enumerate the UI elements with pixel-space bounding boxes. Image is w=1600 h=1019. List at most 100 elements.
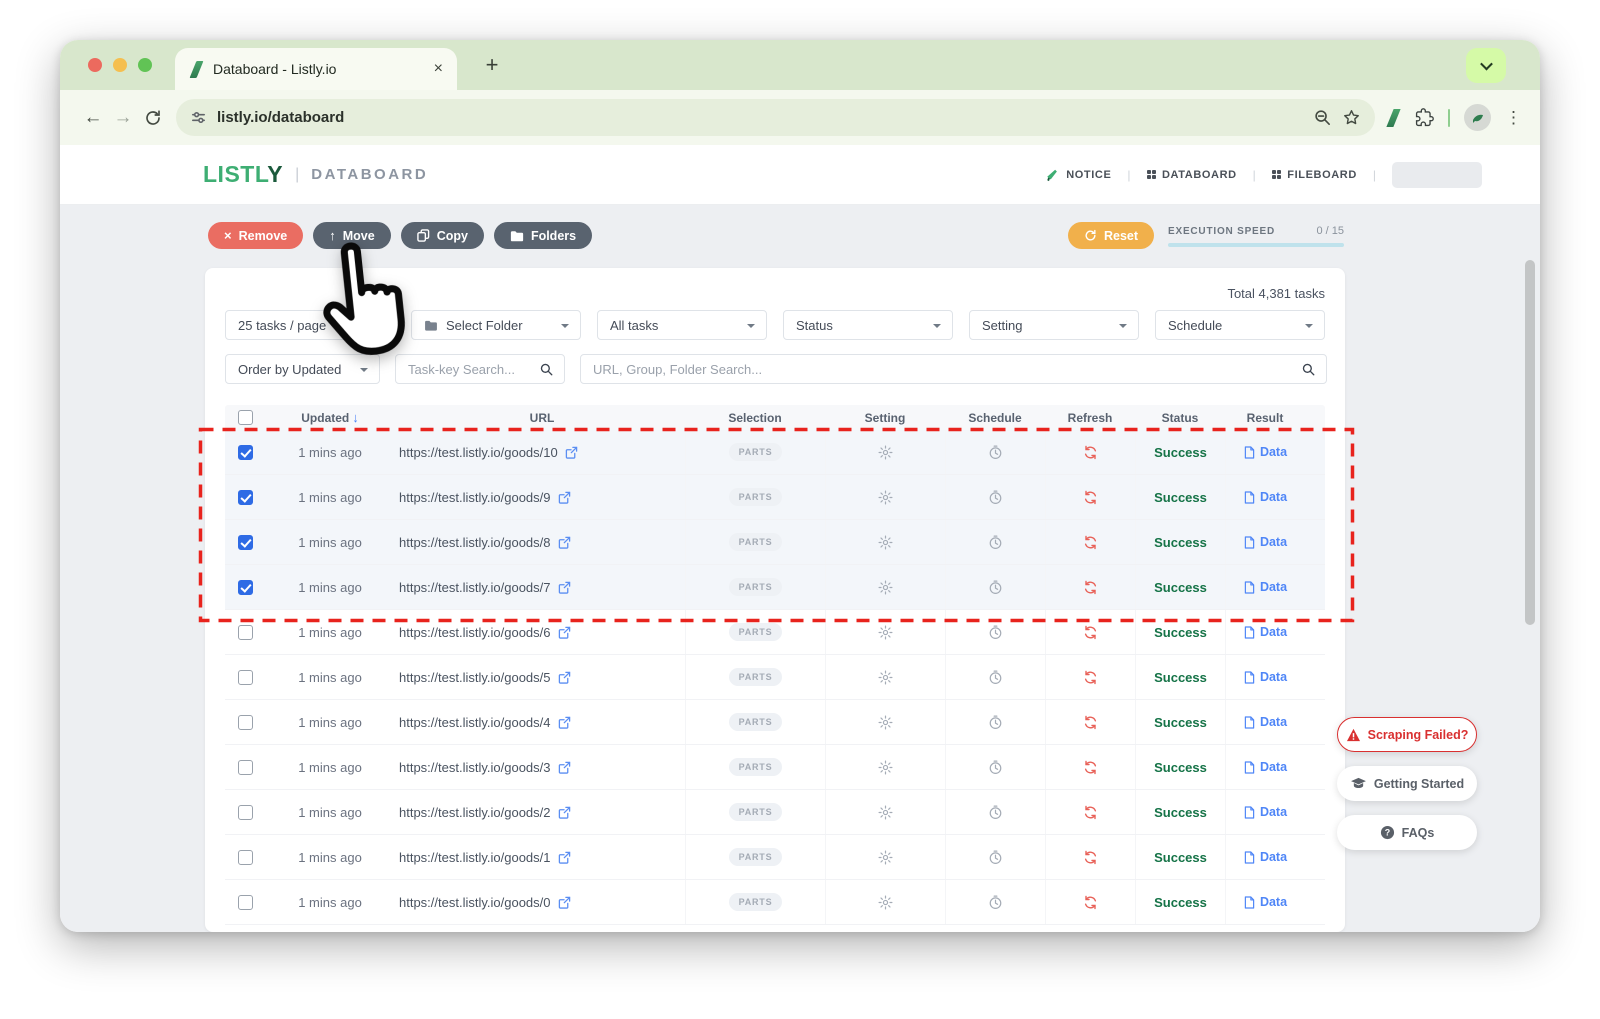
clock-icon[interactable]: [988, 535, 1003, 550]
back-button[interactable]: ←: [78, 107, 108, 129]
schedule-select[interactable]: Schedule: [1155, 310, 1325, 340]
clock-icon[interactable]: [988, 670, 1003, 685]
row-refresh[interactable]: [1045, 880, 1135, 924]
row-setting[interactable]: [825, 835, 945, 879]
maximize-window-button[interactable]: [138, 58, 152, 72]
row-refresh[interactable]: [1045, 475, 1135, 519]
row-checkbox[interactable]: [238, 445, 253, 460]
row-refresh[interactable]: [1045, 610, 1135, 654]
refresh-icon[interactable]: [1083, 895, 1098, 910]
row-url[interactable]: https://test.listly.io/goods/8: [399, 535, 551, 550]
copy-button[interactable]: Copy: [401, 222, 484, 249]
row-url[interactable]: https://test.listly.io/goods/6: [399, 625, 551, 640]
clock-icon[interactable]: [988, 715, 1003, 730]
window-controls[interactable]: [88, 58, 152, 72]
external-link-icon[interactable]: [558, 491, 571, 504]
clock-icon[interactable]: [988, 625, 1003, 640]
row-setting[interactable]: [825, 880, 945, 924]
row-url[interactable]: https://test.listly.io/goods/9: [399, 490, 551, 505]
row-checkbox[interactable]: [238, 535, 253, 550]
nav-databoard[interactable]: DATABOARD: [1147, 169, 1237, 181]
row-checkbox[interactable]: [238, 805, 253, 820]
gear-icon[interactable]: [878, 580, 893, 595]
row-schedule[interactable]: [945, 880, 1045, 924]
clock-icon[interactable]: [988, 490, 1003, 505]
row-refresh[interactable]: [1045, 655, 1135, 699]
external-link-icon[interactable]: [558, 671, 571, 684]
result-link[interactable]: Data: [1260, 805, 1287, 819]
refresh-icon[interactable]: [1083, 535, 1098, 550]
all-tasks-select[interactable]: All tasks: [597, 310, 767, 340]
browser-menu-button[interactable]: ⋮: [1505, 108, 1522, 128]
browser-tab[interactable]: Databoard - Listly.io ×: [175, 48, 457, 90]
gear-icon[interactable]: [878, 670, 893, 685]
result-link[interactable]: Data: [1260, 580, 1287, 594]
gear-icon[interactable]: [878, 490, 893, 505]
row-checkbox[interactable]: [238, 850, 253, 865]
nav-notice[interactable]: NOTICE: [1045, 168, 1111, 182]
nav-fileboard[interactable]: FILEBOARD: [1272, 169, 1357, 181]
row-setting[interactable]: [825, 790, 945, 834]
new-tab-button[interactable]: +: [478, 52, 506, 78]
refresh-icon[interactable]: [1083, 445, 1098, 460]
result-link[interactable]: Data: [1260, 895, 1287, 909]
tab-search-button[interactable]: [1466, 48, 1506, 83]
row-setting[interactable]: [825, 700, 945, 744]
task-key-search-input[interactable]: Task-key Search...: [395, 354, 565, 384]
site-settings-icon[interactable]: [190, 109, 207, 126]
row-setting[interactable]: [825, 520, 945, 564]
row-schedule[interactable]: [945, 835, 1045, 879]
external-link-icon[interactable]: [558, 626, 571, 639]
row-checkbox[interactable]: [238, 580, 253, 595]
result-link[interactable]: Data: [1260, 715, 1287, 729]
row-refresh[interactable]: [1045, 790, 1135, 834]
refresh-icon[interactable]: [1083, 580, 1098, 595]
row-checkbox[interactable]: [238, 715, 253, 730]
reset-button[interactable]: Reset: [1068, 222, 1154, 249]
row-checkbox[interactable]: [238, 760, 253, 775]
result-link[interactable]: Data: [1260, 760, 1287, 774]
row-refresh[interactable]: [1045, 700, 1135, 744]
profile-avatar[interactable]: [1464, 104, 1491, 131]
reload-button[interactable]: [138, 109, 168, 127]
row-schedule[interactable]: [945, 745, 1045, 789]
row-setting[interactable]: [825, 745, 945, 789]
row-url[interactable]: https://test.listly.io/goods/3: [399, 760, 551, 775]
row-refresh[interactable]: [1045, 835, 1135, 879]
result-link[interactable]: Data: [1260, 850, 1287, 864]
getting-started-button[interactable]: Getting Started: [1337, 766, 1477, 801]
row-schedule[interactable]: [945, 565, 1045, 609]
forward-button[interactable]: →: [108, 107, 138, 129]
row-url[interactable]: https://test.listly.io/goods/7: [399, 580, 551, 595]
refresh-icon[interactable]: [1083, 490, 1098, 505]
clock-icon[interactable]: [988, 760, 1003, 775]
row-setting[interactable]: [825, 430, 945, 474]
refresh-icon[interactable]: [1083, 715, 1098, 730]
row-setting[interactable]: [825, 655, 945, 699]
row-url[interactable]: https://test.listly.io/goods/10: [399, 445, 558, 460]
refresh-icon[interactable]: [1083, 805, 1098, 820]
row-schedule[interactable]: [945, 520, 1045, 564]
row-setting[interactable]: [825, 610, 945, 654]
row-schedule[interactable]: [945, 610, 1045, 654]
refresh-icon[interactable]: [1083, 625, 1098, 640]
tab-close-icon[interactable]: ×: [434, 60, 443, 78]
row-url[interactable]: https://test.listly.io/goods/2: [399, 805, 551, 820]
gear-icon[interactable]: [878, 715, 893, 730]
result-link[interactable]: Data: [1260, 535, 1287, 549]
row-refresh[interactable]: [1045, 565, 1135, 609]
setting-select[interactable]: Setting: [969, 310, 1139, 340]
row-checkbox[interactable]: [238, 895, 253, 910]
status-select[interactable]: Status: [783, 310, 953, 340]
select-folder-select[interactable]: Select Folder: [411, 310, 581, 340]
row-checkbox[interactable]: [238, 490, 253, 505]
external-link-icon[interactable]: [558, 896, 571, 909]
clock-icon[interactable]: [988, 895, 1003, 910]
scraping-failed-button[interactable]: Scraping Failed?: [1337, 717, 1477, 752]
result-link[interactable]: Data: [1260, 625, 1287, 639]
clock-icon[interactable]: [988, 850, 1003, 865]
row-schedule[interactable]: [945, 790, 1045, 834]
gear-icon[interactable]: [878, 535, 893, 550]
external-link-icon[interactable]: [558, 536, 571, 549]
clock-icon[interactable]: [988, 580, 1003, 595]
